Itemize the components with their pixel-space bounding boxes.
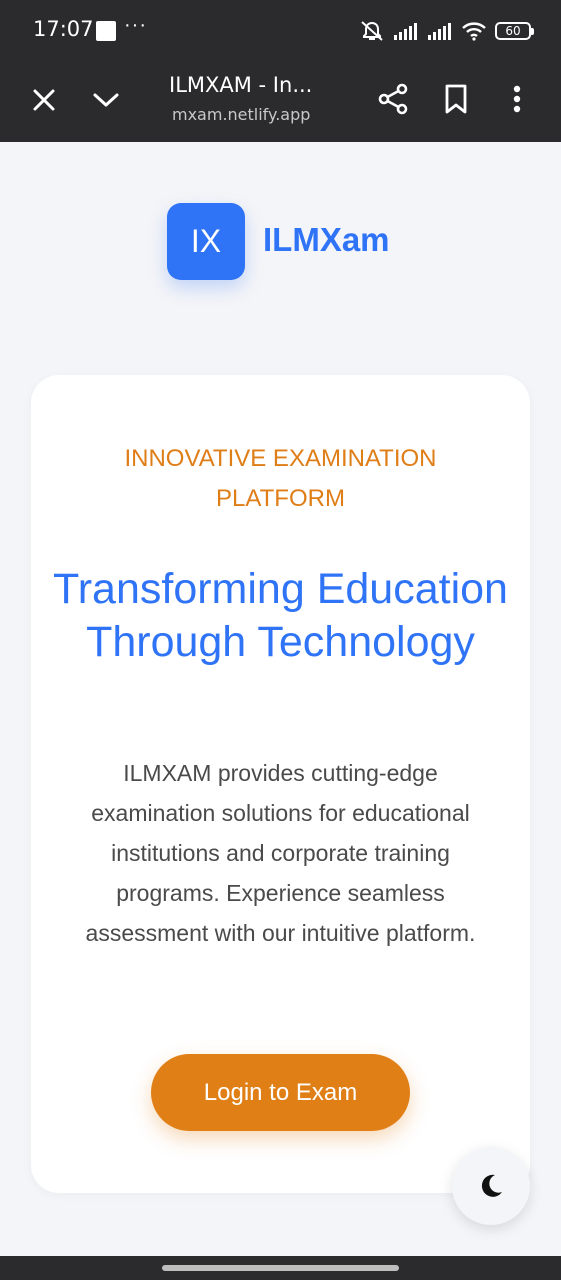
bookmark-icon — [445, 84, 467, 114]
signal-icon-2 — [428, 23, 451, 40]
wifi-icon — [462, 22, 486, 41]
theme-toggle-button[interactable] — [452, 1147, 530, 1225]
minimize-button[interactable] — [88, 82, 124, 118]
page-url: mxam.netlify.app — [172, 105, 311, 124]
more-options-button[interactable] — [500, 79, 534, 119]
signal-icon — [394, 23, 417, 40]
hero-description: ILMXAM provides cutting-edge examination… — [85, 760, 476, 946]
page-content: IX ILMXam INNOVATIVE EXAMINATION PLATFOR… — [0, 142, 561, 1256]
hero-tagline: INNOVATIVE EXAMINATION PLATFORM — [124, 445, 437, 512]
page-title: ILMXAM - In... — [169, 73, 313, 97]
mute-icon — [361, 21, 383, 41]
browser-toolbar: ILMXAM - In... mxam.netlify.app — [0, 62, 561, 142]
close-tab-button[interactable] — [26, 82, 62, 118]
more-vert-icon — [513, 85, 521, 113]
brand-name[interactable]: ILMXam — [263, 221, 390, 259]
share-icon — [378, 83, 408, 115]
hero-card: INNOVATIVE EXAMINATION PLATFORM Transfor… — [31, 375, 530, 1193]
bookmark-button[interactable] — [436, 79, 476, 119]
battery-icon: 60 — [495, 22, 534, 40]
status-bar: 17:07 ··· 60 — [0, 0, 561, 62]
system-nav-bar — [0, 1256, 561, 1280]
logo-badge[interactable]: IX — [167, 203, 245, 280]
hero-headline: Transforming Education Through Technolog… — [53, 565, 508, 666]
status-time: 17:07 — [33, 17, 94, 41]
close-icon — [33, 89, 55, 111]
share-button[interactable] — [373, 79, 413, 119]
moon-icon — [481, 1174, 502, 1197]
chevron-down-icon — [93, 93, 119, 107]
home-gesture-handle[interactable] — [162, 1265, 399, 1271]
status-icons: 60 — [359, 18, 534, 44]
login-to-exam-button[interactable]: Login to Exam — [151, 1054, 410, 1131]
more-notifications-icon: ··· — [124, 14, 147, 36]
notification-icon — [96, 21, 116, 41]
